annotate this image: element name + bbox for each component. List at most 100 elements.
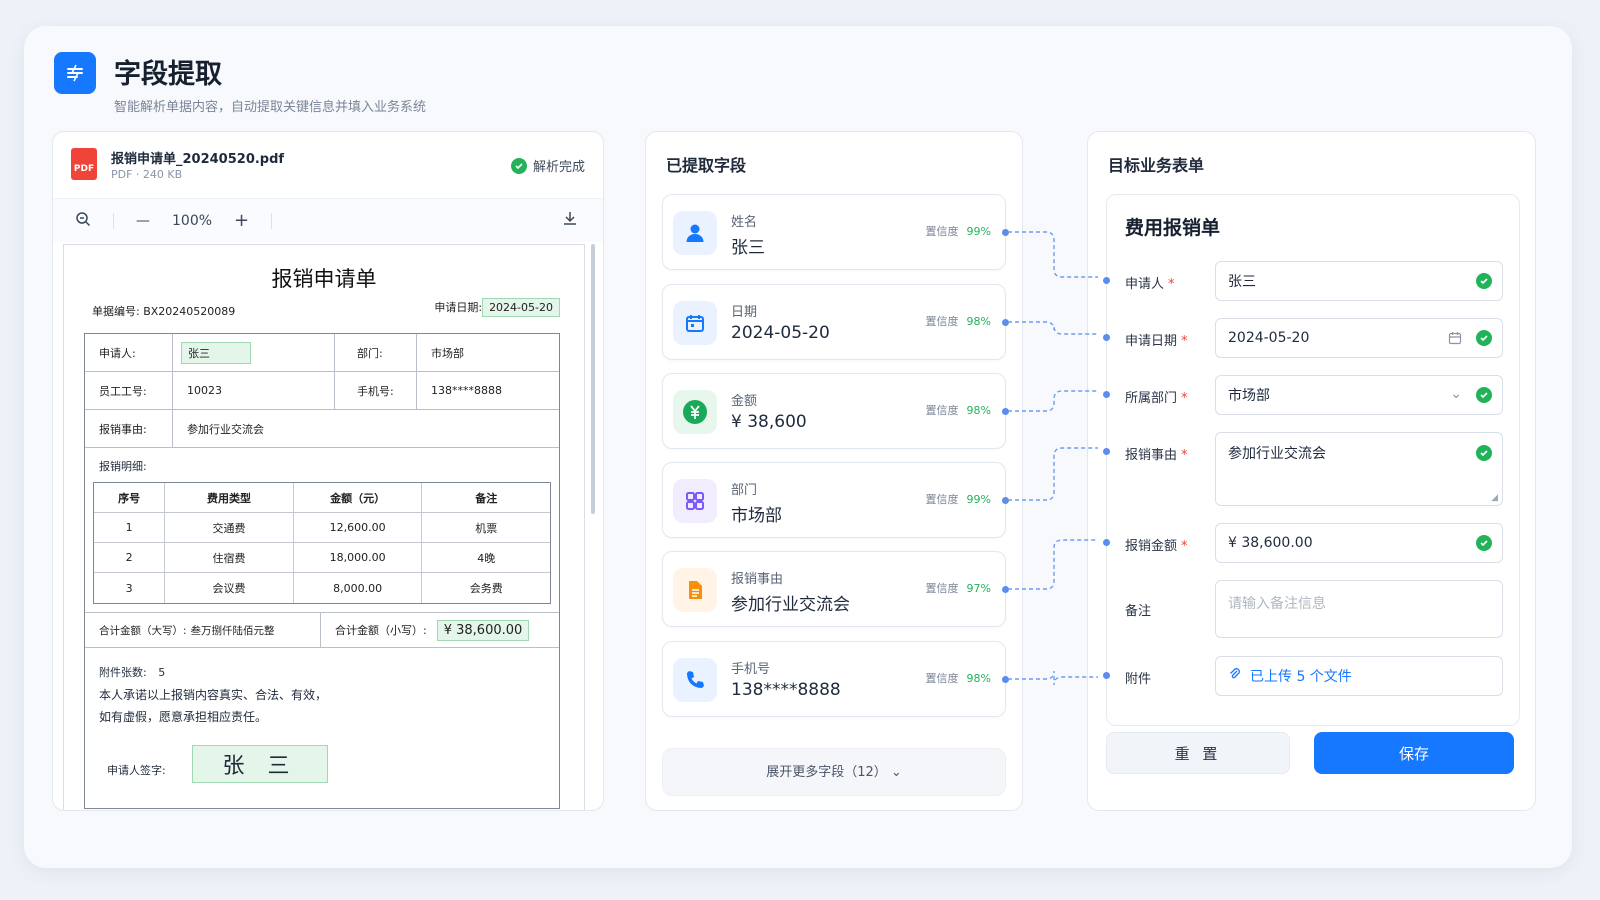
confidence-value: 98% bbox=[966, 404, 991, 417]
attach-label: 附件张数: bbox=[99, 666, 147, 679]
field-value: 138****8888 bbox=[731, 680, 841, 700]
table-row: 1 交通费 12,600.00 机票 bbox=[94, 513, 550, 543]
form-input-value: 2024-05-20 bbox=[1228, 330, 1310, 346]
connector-dot bbox=[1002, 497, 1009, 504]
form-title: 费用报销单 bbox=[1125, 217, 1221, 239]
attachment-field[interactable]: 已上传 5 个文件 bbox=[1215, 656, 1503, 696]
table-cell: 机票 bbox=[475, 521, 498, 535]
table-cell: 交通费 bbox=[165, 513, 294, 542]
expand-more-button[interactable]: 展开更多字段（12） ⌄ bbox=[662, 748, 1006, 796]
resize-handle-icon[interactable]: ◢ bbox=[1491, 493, 1498, 503]
phone-icon bbox=[673, 658, 717, 702]
doc-cell-label: 员工工号: bbox=[85, 372, 173, 409]
reset-button[interactable]: 重 置 bbox=[1106, 732, 1290, 774]
confidence: 置信度 99% bbox=[926, 223, 991, 239]
user-icon bbox=[673, 211, 717, 255]
calendar-icon bbox=[673, 301, 717, 345]
extracted-field-card[interactable]: 日期 2024-05-20 置信度 98% bbox=[662, 284, 1009, 360]
table-row: 2 住宿费 18,000.00 4晚 bbox=[94, 543, 550, 573]
form-label: 申请人 * bbox=[1125, 273, 1175, 292]
form-label: 报销金额 * bbox=[1125, 535, 1188, 554]
document-icon bbox=[673, 568, 717, 612]
doc-date-value: 2024-05-20 bbox=[482, 298, 560, 317]
panel-title: 已提取字段 bbox=[666, 156, 747, 175]
form-label: 报销事由 * bbox=[1125, 444, 1188, 463]
extracted-field-card[interactable]: 手机号 138****8888 置信度 98% bbox=[662, 641, 1009, 717]
doc-row: 报销事由: 参加行业交流会 bbox=[85, 410, 559, 448]
yuan-icon bbox=[673, 390, 717, 434]
required-mark: * bbox=[1168, 277, 1175, 292]
remark-input[interactable]: 请输入备注信息 bbox=[1215, 580, 1503, 638]
amount-input[interactable]: ¥ 38,600.00 bbox=[1215, 523, 1503, 563]
calendar-icon[interactable] bbox=[1448, 331, 1462, 349]
zoom-in-button[interactable]: + bbox=[234, 210, 249, 231]
extract-icon bbox=[54, 52, 96, 94]
field-label: 手机号 bbox=[731, 662, 771, 677]
confidence-value: 99% bbox=[966, 225, 991, 238]
paperclip-icon bbox=[1228, 667, 1242, 685]
doc-cell-value: 张三 bbox=[173, 334, 335, 371]
confidence-label: 置信度 bbox=[925, 315, 959, 328]
doc-number-value: BX20240520089 bbox=[143, 305, 236, 318]
expense-items-table: 序号 费用类型 金额（元） 备注 1 交通费 12,600.00 机票 2 住宿费 18,… bbox=[93, 482, 551, 604]
doc-cell-label: 报销事由: bbox=[85, 410, 173, 447]
table-cell: 1 bbox=[94, 513, 166, 542]
save-button[interactable]: 保存 bbox=[1314, 732, 1514, 774]
connector-dot bbox=[1103, 334, 1110, 341]
attachment-text: 已上传 5 个文件 bbox=[1250, 669, 1352, 685]
form-input-value: ¥ 38,600.00 bbox=[1228, 535, 1313, 551]
zoom-out-button[interactable]: — bbox=[136, 213, 150, 229]
expense-form: 费用报销单 申请人 * 张三 申请日期 * 2024-05-20 所属部门 * 市场部 ⌄ 报销事由… bbox=[1103, 194, 1520, 726]
department-select[interactable]: 市场部 ⌄ bbox=[1215, 375, 1503, 415]
connector-dot bbox=[1002, 229, 1009, 236]
total-lower-label: 合计金额（小写）: bbox=[335, 624, 427, 637]
table-cell: 2 bbox=[94, 543, 166, 572]
doc-title: 报销申请单 bbox=[271, 267, 377, 291]
toolbar-divider bbox=[113, 212, 114, 229]
confidence-label: 置信度 bbox=[925, 225, 959, 238]
chevron-down-icon: ⌄ bbox=[890, 765, 902, 780]
page-subtitle: 智能解析单据内容，自动提取关键信息并填入业务系统 bbox=[114, 100, 427, 115]
extracted-field-card[interactable]: 报销事由 参加行业交流会 置信度 97% bbox=[662, 551, 1009, 627]
total-lower-value: ¥ 38,600.00 bbox=[436, 619, 530, 641]
scrollbar[interactable] bbox=[591, 244, 595, 514]
document-viewer-panel: PDF 报销申请单_20240520.pdf PDF · 240 KB 解析完成… bbox=[52, 131, 604, 811]
check-circle-icon bbox=[1476, 273, 1492, 289]
field-label: 姓名 bbox=[731, 215, 758, 230]
field-label: 部门 bbox=[731, 483, 758, 498]
doc-total-upper: 合计金额（大写）: 叁万捌仟陆佰元整 bbox=[85, 613, 321, 647]
extracted-field-card[interactable]: 部门 市场部 置信度 99% bbox=[662, 462, 1009, 538]
confidence: 置信度 98% bbox=[926, 670, 991, 686]
confidence: 置信度 98% bbox=[926, 402, 991, 418]
reason-textarea[interactable]: 参加行业交流会 ◢ bbox=[1215, 432, 1503, 506]
form-label-text: 报销金额 bbox=[1125, 539, 1178, 554]
table-row: 3 会议费 8,000.00 会务费 bbox=[94, 573, 550, 603]
doc-promise: 如有虚假，愿意承担相应责任。 bbox=[99, 710, 268, 724]
form-input-value: 张三 bbox=[1228, 274, 1256, 290]
form-label: 申请日期 * bbox=[1125, 330, 1188, 349]
required-mark: * bbox=[1181, 391, 1188, 406]
applicant-input[interactable]: 张三 bbox=[1215, 261, 1503, 301]
extracted-fields-panel: 已提取字段 姓名 张三 置信度 99% 日期 2024-05-20 置信度 98% … bbox=[645, 131, 1023, 811]
extracted-field-card[interactable]: 金额 ¥ 38,600 置信度 98% bbox=[662, 373, 1009, 449]
download-icon[interactable] bbox=[561, 210, 579, 232]
confidence-label: 置信度 bbox=[925, 404, 959, 417]
chevron-down-icon[interactable]: ⌄ bbox=[1450, 386, 1462, 402]
date-input[interactable]: 2024-05-20 bbox=[1215, 318, 1503, 358]
zoom-search-icon[interactable] bbox=[75, 211, 91, 231]
document-page: 报销申请单 单据编号: BX20240520089 申请日期: 2024-05-2… bbox=[63, 244, 585, 810]
connector-dot bbox=[1103, 672, 1110, 679]
field-value: 2024-05-20 bbox=[731, 323, 830, 343]
doc-detail-label: 报销明细: bbox=[99, 460, 147, 473]
connector-dot bbox=[1103, 277, 1110, 284]
table-cell: 3 bbox=[94, 573, 166, 603]
extracted-field-card[interactable]: 姓名 张三 置信度 99% bbox=[662, 194, 1009, 270]
form-label: 备注 bbox=[1125, 600, 1151, 619]
table-cell: 会务费 bbox=[469, 582, 503, 595]
sign-label: 申请人签字: bbox=[107, 764, 166, 777]
toolbar-divider bbox=[271, 212, 273, 229]
check-circle-icon bbox=[1476, 445, 1492, 461]
signature: 张 三 bbox=[192, 745, 328, 783]
confidence-value: 99% bbox=[966, 493, 991, 506]
table-cell: 会议费 bbox=[165, 573, 294, 603]
